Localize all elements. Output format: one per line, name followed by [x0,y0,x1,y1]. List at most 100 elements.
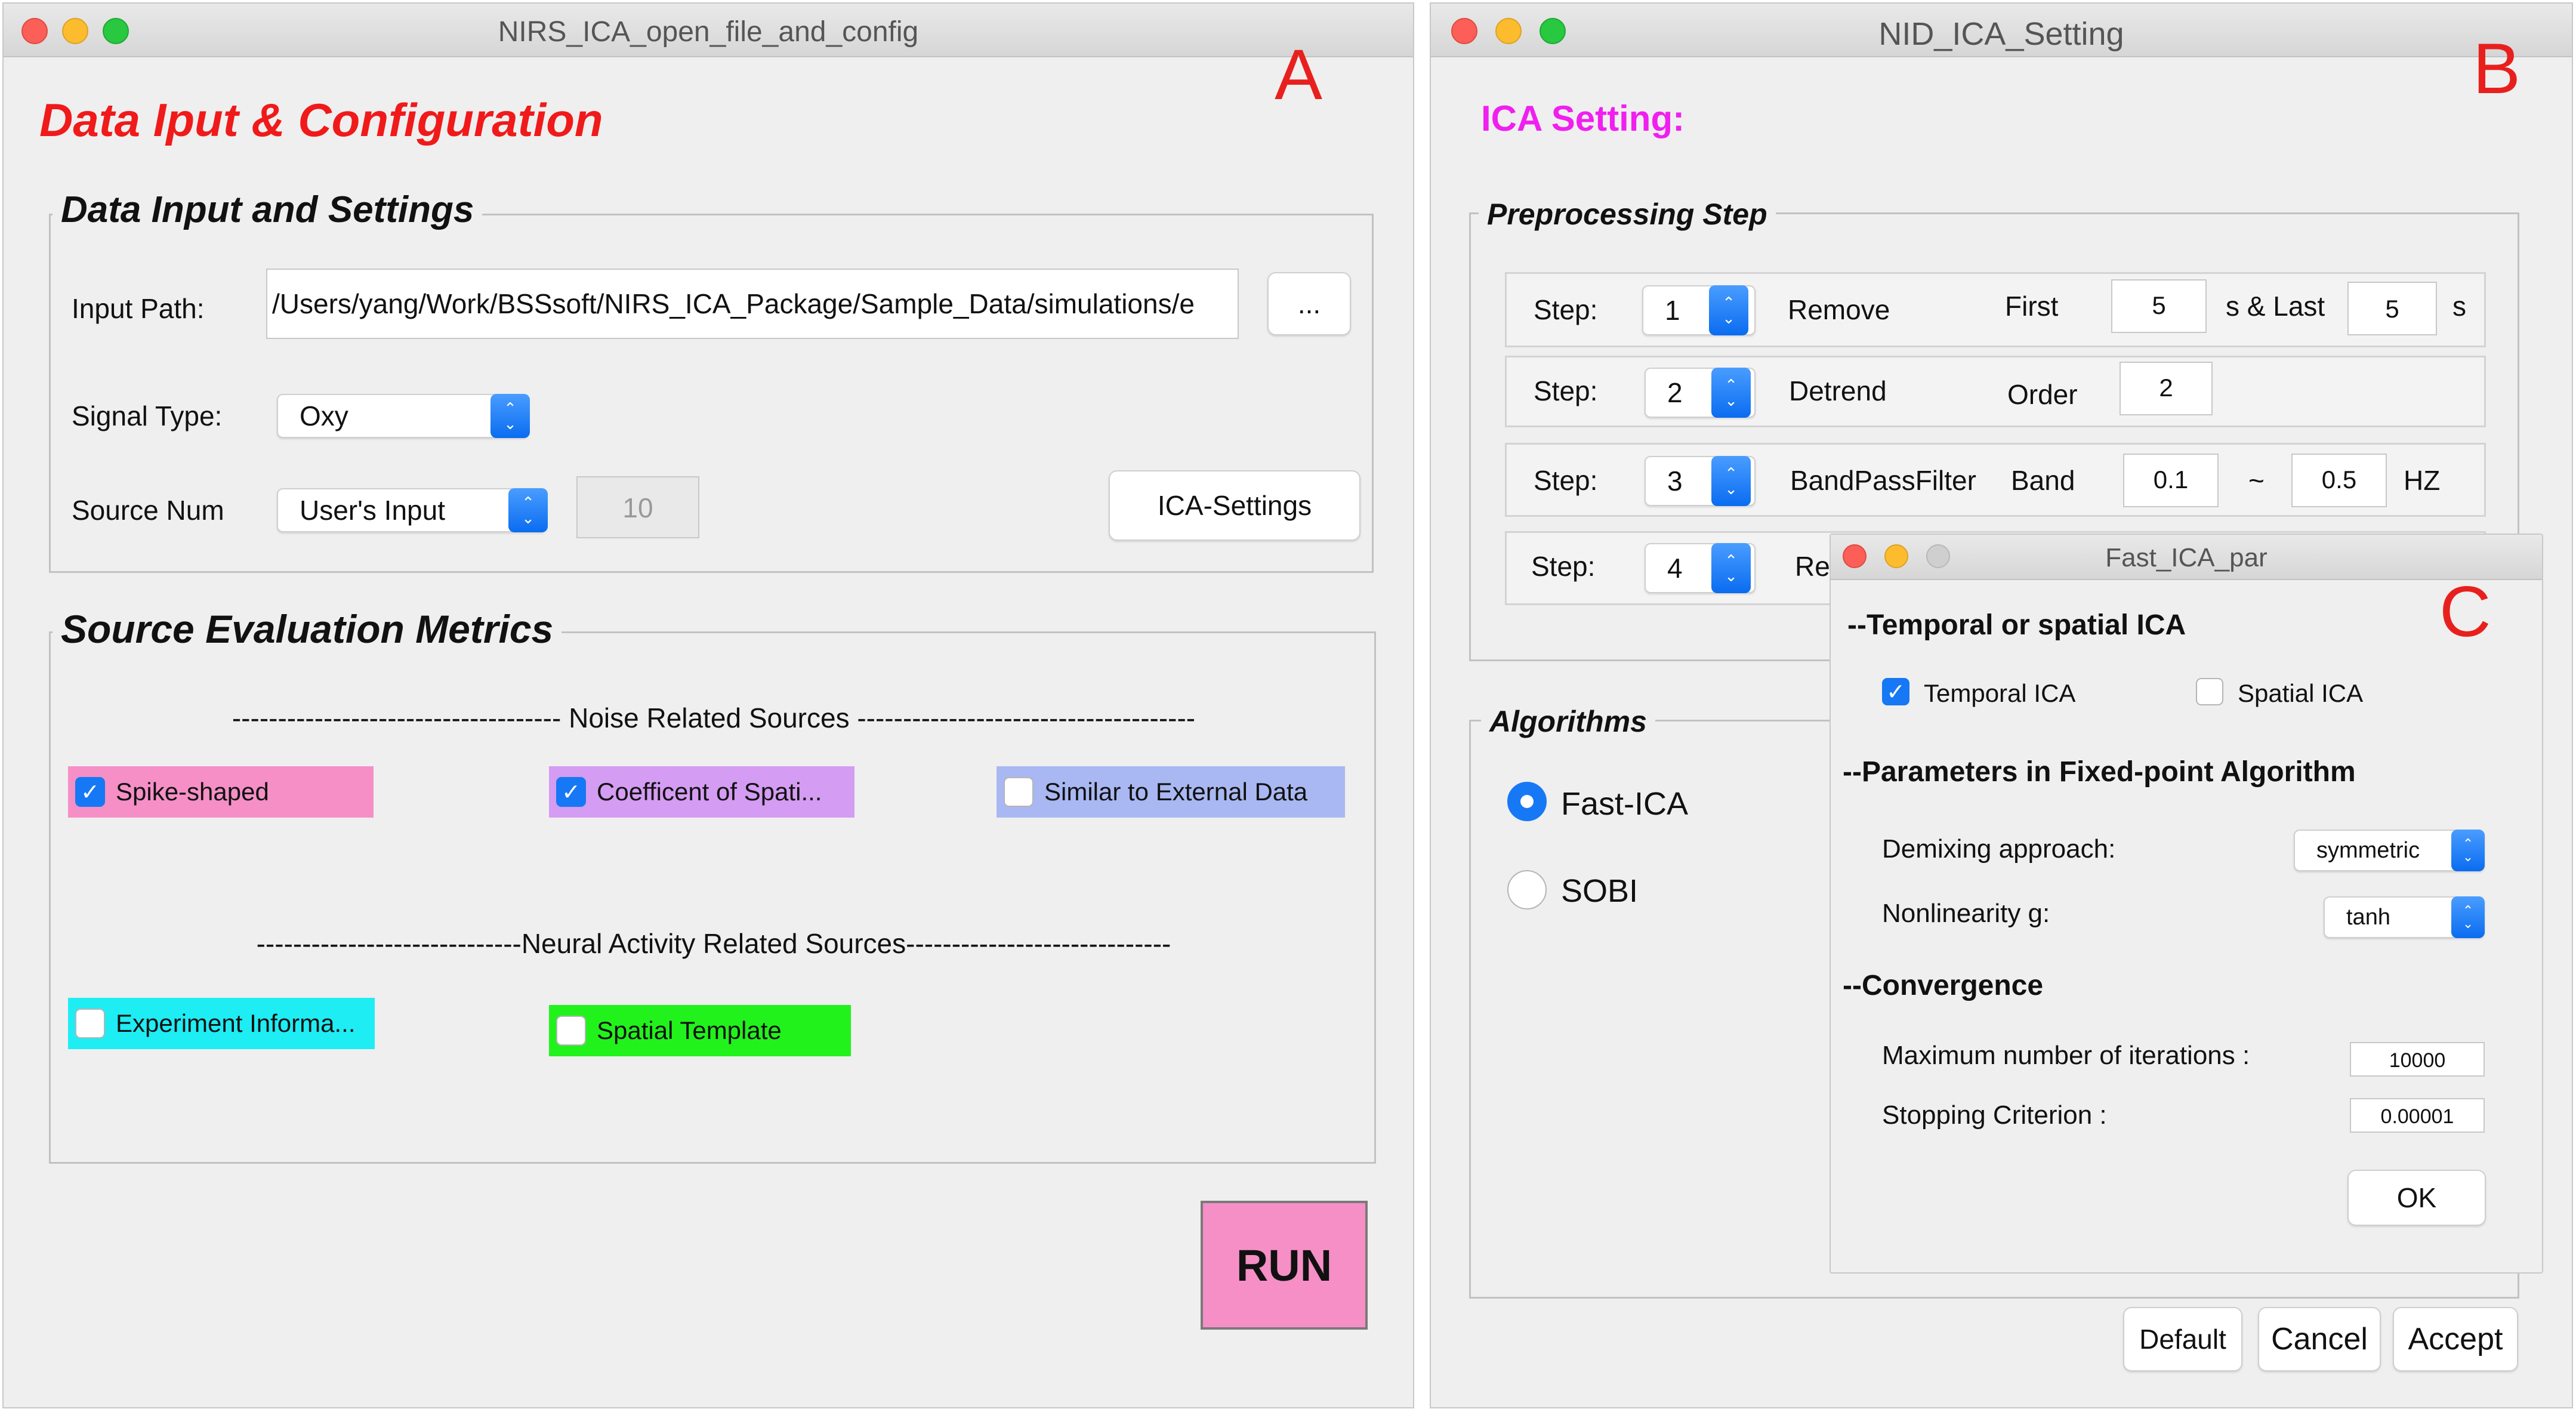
step-name: Detrend [1789,375,1887,406]
step-chevron-icon: ⌃ ⌄ [1709,285,1748,335]
max-iterations-label: Maximum number of iterations : [1882,1041,2250,1070]
step-name: Re [1795,551,1830,582]
window-title: NIRS_ICA_open_file_and_config [498,16,919,48]
ica-setting-heading: ICA Setting: [1481,98,1685,138]
run-button[interactable]: RUN [1201,1201,1368,1330]
remove-last-field[interactable]: 5 [2347,282,2437,335]
demixing-label: Demixing approach: [1882,834,2116,864]
stopping-criterion-field[interactable]: 0.00001 [2350,1098,2485,1133]
fast-ica-label: Fast-ICA [1561,786,1689,822]
panel-letter-a: A [1275,35,1323,115]
step-label: Step: [1534,465,1598,496]
band-tilde: ~ [2248,465,2265,496]
stopping-criterion-label: Stopping Criterion : [1882,1100,2107,1130]
section-ica-type: --Temporal or spatial ICA [1847,609,2186,641]
title-bar: Fast_ICA_par [1831,535,2542,580]
algorithms-group-title: Algorithms [1481,704,1655,739]
step-chevron-icon: ⌃ ⌄ [1711,456,1751,506]
source-metrics-group-title: Source Evaluation Metrics [53,606,562,652]
panel-letter-c: C [2439,572,2491,652]
signal-type-value: Oxy [300,400,348,431]
spatial-template-label: Spatial Template [597,1016,782,1044]
sobi-radio[interactable] [1507,870,1547,910]
spatial-template-checkbox[interactable]: Spatial Template [549,1005,851,1056]
source-num-chevron-icon: ⌃ ⌄ [508,488,548,532]
step-label: Step: [1534,294,1598,325]
demixing-chevron-icon: ⌃ ⌄ [2451,830,2485,871]
title-bar: NIRS_ICA_open_file_and_config [4,4,1413,57]
spike-shaped-checkbox[interactable]: ✓ Spike-shaped [68,766,374,818]
step-mid-label: s & Last [2226,291,2325,322]
demixing-value: symmetric [2316,837,2420,863]
window-title: Fast_ICA_par [2105,543,2268,572]
spatial-template-check-icon [556,1016,586,1046]
source-num-value: User's Input [300,495,445,526]
nonlinearity-label: Nonlinearity g: [1882,899,2050,928]
signal-type-label: Signal Type: [72,400,223,431]
input-path-field[interactable]: /Users/yang/Work/BSSsoft/NIRS_ICA_Packag… [266,269,1239,339]
title-bar: NID_ICA_Setting [1431,4,2572,57]
noise-sources-separator: ------------------------------------ Noi… [232,702,1196,733]
external-data-checkbox[interactable]: Similar to External Data [997,766,1345,818]
max-iterations-field[interactable]: 10000 [2350,1042,2485,1077]
panel-letter-b: B [2473,29,2521,109]
sobi-label: SOBI [1561,873,1639,909]
step-unit: HZ [2404,465,2441,496]
window-nirs-ica-config: NIRS_ICA_open_file_and_config A Data Ipu… [2,2,1414,1408]
accept-button[interactable]: Accept [2393,1307,2518,1371]
fast-ica-radio[interactable] [1507,782,1547,821]
step-chevron-icon: ⌃ ⌄ [1711,368,1751,418]
neural-sources-separator: -----------------------------Neural Acti… [256,928,1171,959]
experiment-info-label: Experiment Informa... [116,1009,356,1037]
spatial-coefficient-checkbox[interactable]: ✓ Coefficent of Spati... [549,766,854,818]
data-input-group-title: Data Input and Settings [53,189,483,231]
spike-shaped-label: Spike-shaped [116,778,269,806]
step-param-label: Order [2007,379,2078,410]
nonlinearity-chevron-icon: ⌃ ⌄ [2451,896,2485,938]
step-value: 2 [1667,377,1683,408]
temporal-ica-checkbox[interactable]: ✓ [1882,678,1909,705]
spatial-coefficient-check-icon: ✓ [556,777,586,807]
ok-button[interactable]: OK [2347,1170,2486,1226]
default-button[interactable]: Default [2123,1307,2242,1371]
spatial-ica-label: Spatial ICA [2238,679,2364,707]
spike-shaped-check-icon: ✓ [75,777,105,807]
step-param-label: Band [2011,465,2075,496]
band-low-field[interactable]: 0.1 [2123,454,2219,507]
preprocessing-group-title: Preprocessing Step [1479,197,1776,232]
step-name: BandPassFilter [1790,465,1976,496]
step-unit: s [2452,291,2466,322]
browse-button[interactable]: ... [1267,272,1351,335]
page-heading: Data Iput & Configuration [39,94,603,146]
temporal-ica-label: Temporal ICA [1924,679,2076,707]
step-label: Step: [1531,551,1596,582]
signal-type-chevron-icon: ⌃ ⌄ [490,394,530,438]
source-num-label: Source Num [72,495,224,526]
input-path-label: Input Path: [72,293,205,324]
window-title: NID_ICA_Setting [1878,16,2124,52]
source-num-count-field[interactable]: 10 [576,476,699,538]
step-value: 4 [1667,553,1683,584]
section-convergence: --Convergence [1843,970,2044,1001]
ica-settings-button[interactable]: ICA-Settings [1109,470,1361,541]
step-value: 1 [1665,295,1680,326]
band-high-field[interactable]: 0.5 [2291,454,2387,507]
experiment-info-checkbox[interactable]: Experiment Informa... [68,998,375,1049]
external-data-check-icon [1004,777,1034,807]
step-name: Remove [1788,294,1890,325]
step-param-label: First [2005,291,2059,322]
step-value: 3 [1667,465,1683,497]
remove-first-field[interactable]: 5 [2111,279,2207,333]
step-chevron-icon: ⌃ ⌄ [1711,543,1751,593]
spatial-ica-checkbox[interactable] [2196,678,2223,705]
cancel-button[interactable]: Cancel [2258,1307,2381,1371]
spatial-coefficient-label: Coefficent of Spati... [597,778,822,806]
detrend-order-field[interactable]: 2 [2120,362,2213,415]
section-parameters: --Parameters in Fixed-point Algorithm [1843,756,2356,788]
external-data-label: Similar to External Data [1044,778,1308,806]
source-num-select[interactable]: User's Input [277,488,547,532]
experiment-info-check-icon [75,1009,105,1038]
nonlinearity-value: tanh [2346,904,2390,930]
step-label: Step: [1534,375,1598,406]
window-fast-ica-par: Fast_ICA_par C --Temporal or spatial ICA… [1830,534,2543,1274]
